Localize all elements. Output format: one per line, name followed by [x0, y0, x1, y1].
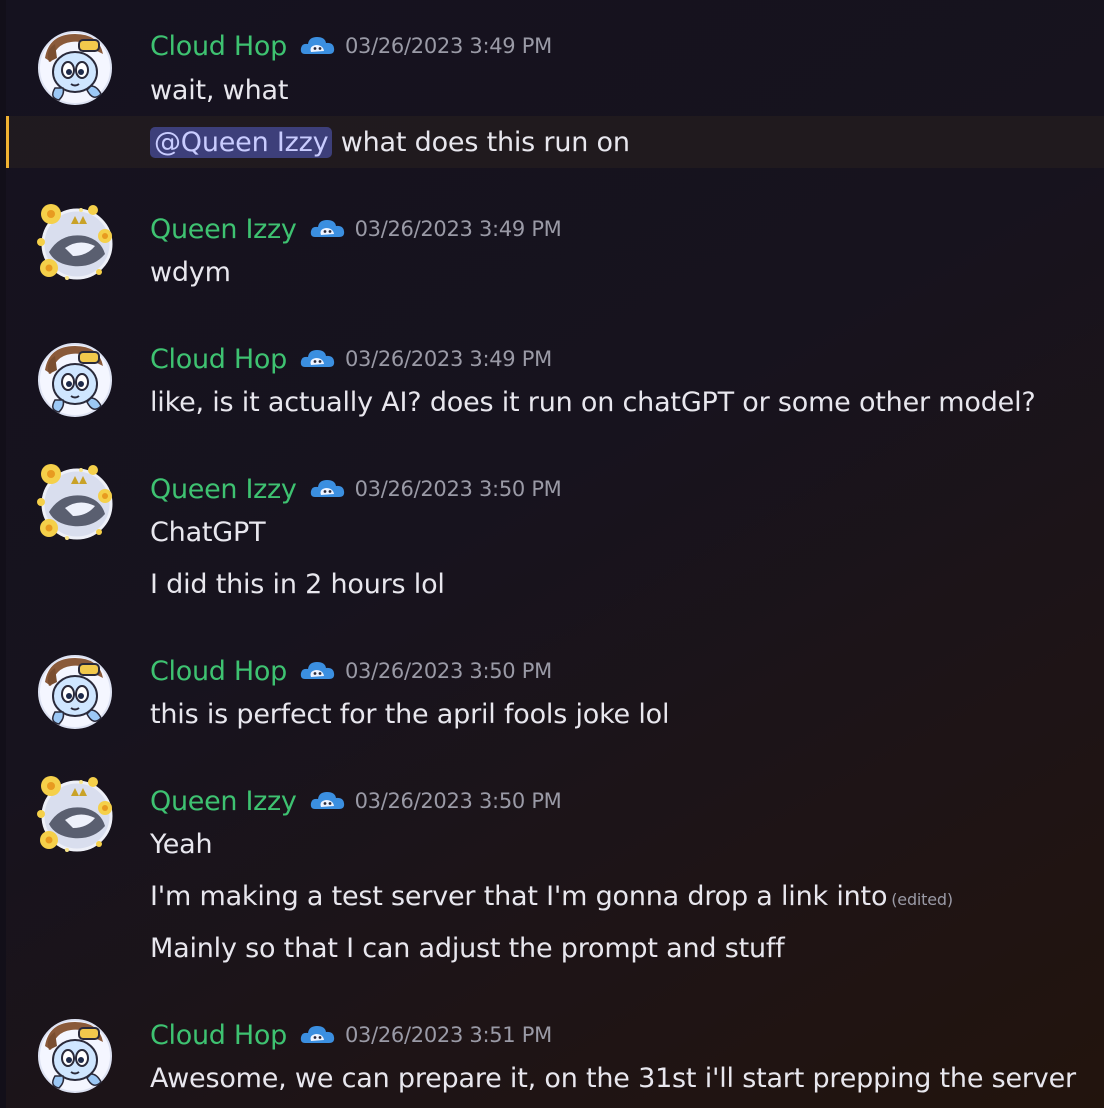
- blue-cloud-icon: [299, 1023, 337, 1047]
- message-header: Cloud Hop 03/26/2023 3:49 PM: [150, 29, 552, 63]
- message-text-rest: what does this run on: [332, 127, 630, 158]
- message-header: Cloud Hop 03/26/2023 3:50 PM: [150, 654, 552, 688]
- author-name[interactable]: Cloud Hop: [150, 31, 287, 62]
- timestamp: 03/26/2023 3:49 PM: [344, 347, 552, 371]
- message-text: ChatGPT: [150, 517, 266, 548]
- avatar-queen-izzy[interactable]: [35, 202, 115, 282]
- edited-tag: (edited): [891, 890, 953, 909]
- message-text-content: I'm making a test server that I'm gonna …: [150, 881, 888, 912]
- avatar-queen-izzy[interactable]: [35, 774, 115, 854]
- message-text: Awesome, we can prepare it, on the 31st …: [150, 1063, 1076, 1094]
- message-header: Queen Izzy 03/26/2023 3:49 PM: [150, 212, 562, 246]
- author-name[interactable]: Cloud Hop: [150, 1020, 287, 1051]
- message-header: Queen Izzy 03/26/2023 3:50 PM: [150, 472, 562, 506]
- timestamp: 03/26/2023 3:50 PM: [354, 477, 562, 501]
- timestamp: 03/26/2023 3:49 PM: [354, 217, 562, 241]
- avatar-cloud-hop[interactable]: [35, 1016, 115, 1096]
- avatar-cloud-hop[interactable]: [35, 28, 115, 108]
- message-text: @Queen Izzy what does this run on: [150, 126, 630, 160]
- message-header: Queen Izzy 03/26/2023 3:50 PM: [150, 784, 562, 818]
- message-text: I did this in 2 hours lol: [150, 569, 445, 600]
- author-name[interactable]: Queen Izzy: [150, 786, 297, 817]
- author-name[interactable]: Cloud Hop: [150, 656, 287, 687]
- message-text: this is perfect for the april fools joke…: [150, 699, 670, 730]
- blue-cloud-icon: [299, 34, 337, 58]
- mention-highlight-bar: [6, 116, 9, 168]
- message-text: wait, what: [150, 75, 289, 106]
- blue-cloud-icon: [299, 347, 337, 371]
- timestamp: 03/26/2023 3:50 PM: [354, 789, 562, 813]
- user-mention[interactable]: @Queen Izzy: [150, 127, 333, 158]
- message-text: Yeah: [150, 829, 213, 860]
- blue-cloud-icon: [309, 477, 347, 501]
- message-header: Cloud Hop 03/26/2023 3:51 PM: [150, 1018, 552, 1052]
- blue-cloud-icon: [309, 789, 347, 813]
- avatar-cloud-hop[interactable]: [35, 340, 115, 420]
- avatar-cloud-hop[interactable]: [35, 652, 115, 732]
- message-text: Mainly so that I can adjust the prompt a…: [150, 933, 785, 964]
- timestamp: 03/26/2023 3:49 PM: [344, 34, 552, 58]
- timestamp: 03/26/2023 3:50 PM: [344, 659, 552, 683]
- blue-cloud-icon: [309, 217, 347, 241]
- message-text: wdym: [150, 257, 231, 288]
- author-name[interactable]: Queen Izzy: [150, 474, 297, 505]
- author-name[interactable]: Cloud Hop: [150, 344, 287, 375]
- timestamp: 03/26/2023 3:51 PM: [344, 1023, 552, 1047]
- message-text: like, is it actually AI? does it run on …: [150, 387, 1036, 418]
- avatar-queen-izzy[interactable]: [35, 462, 115, 542]
- message-header: Cloud Hop 03/26/2023 3:49 PM: [150, 342, 552, 376]
- author-name[interactable]: Queen Izzy: [150, 214, 297, 245]
- blue-cloud-icon: [299, 659, 337, 683]
- message-text: I'm making a test server that I'm gonna …: [150, 880, 953, 917]
